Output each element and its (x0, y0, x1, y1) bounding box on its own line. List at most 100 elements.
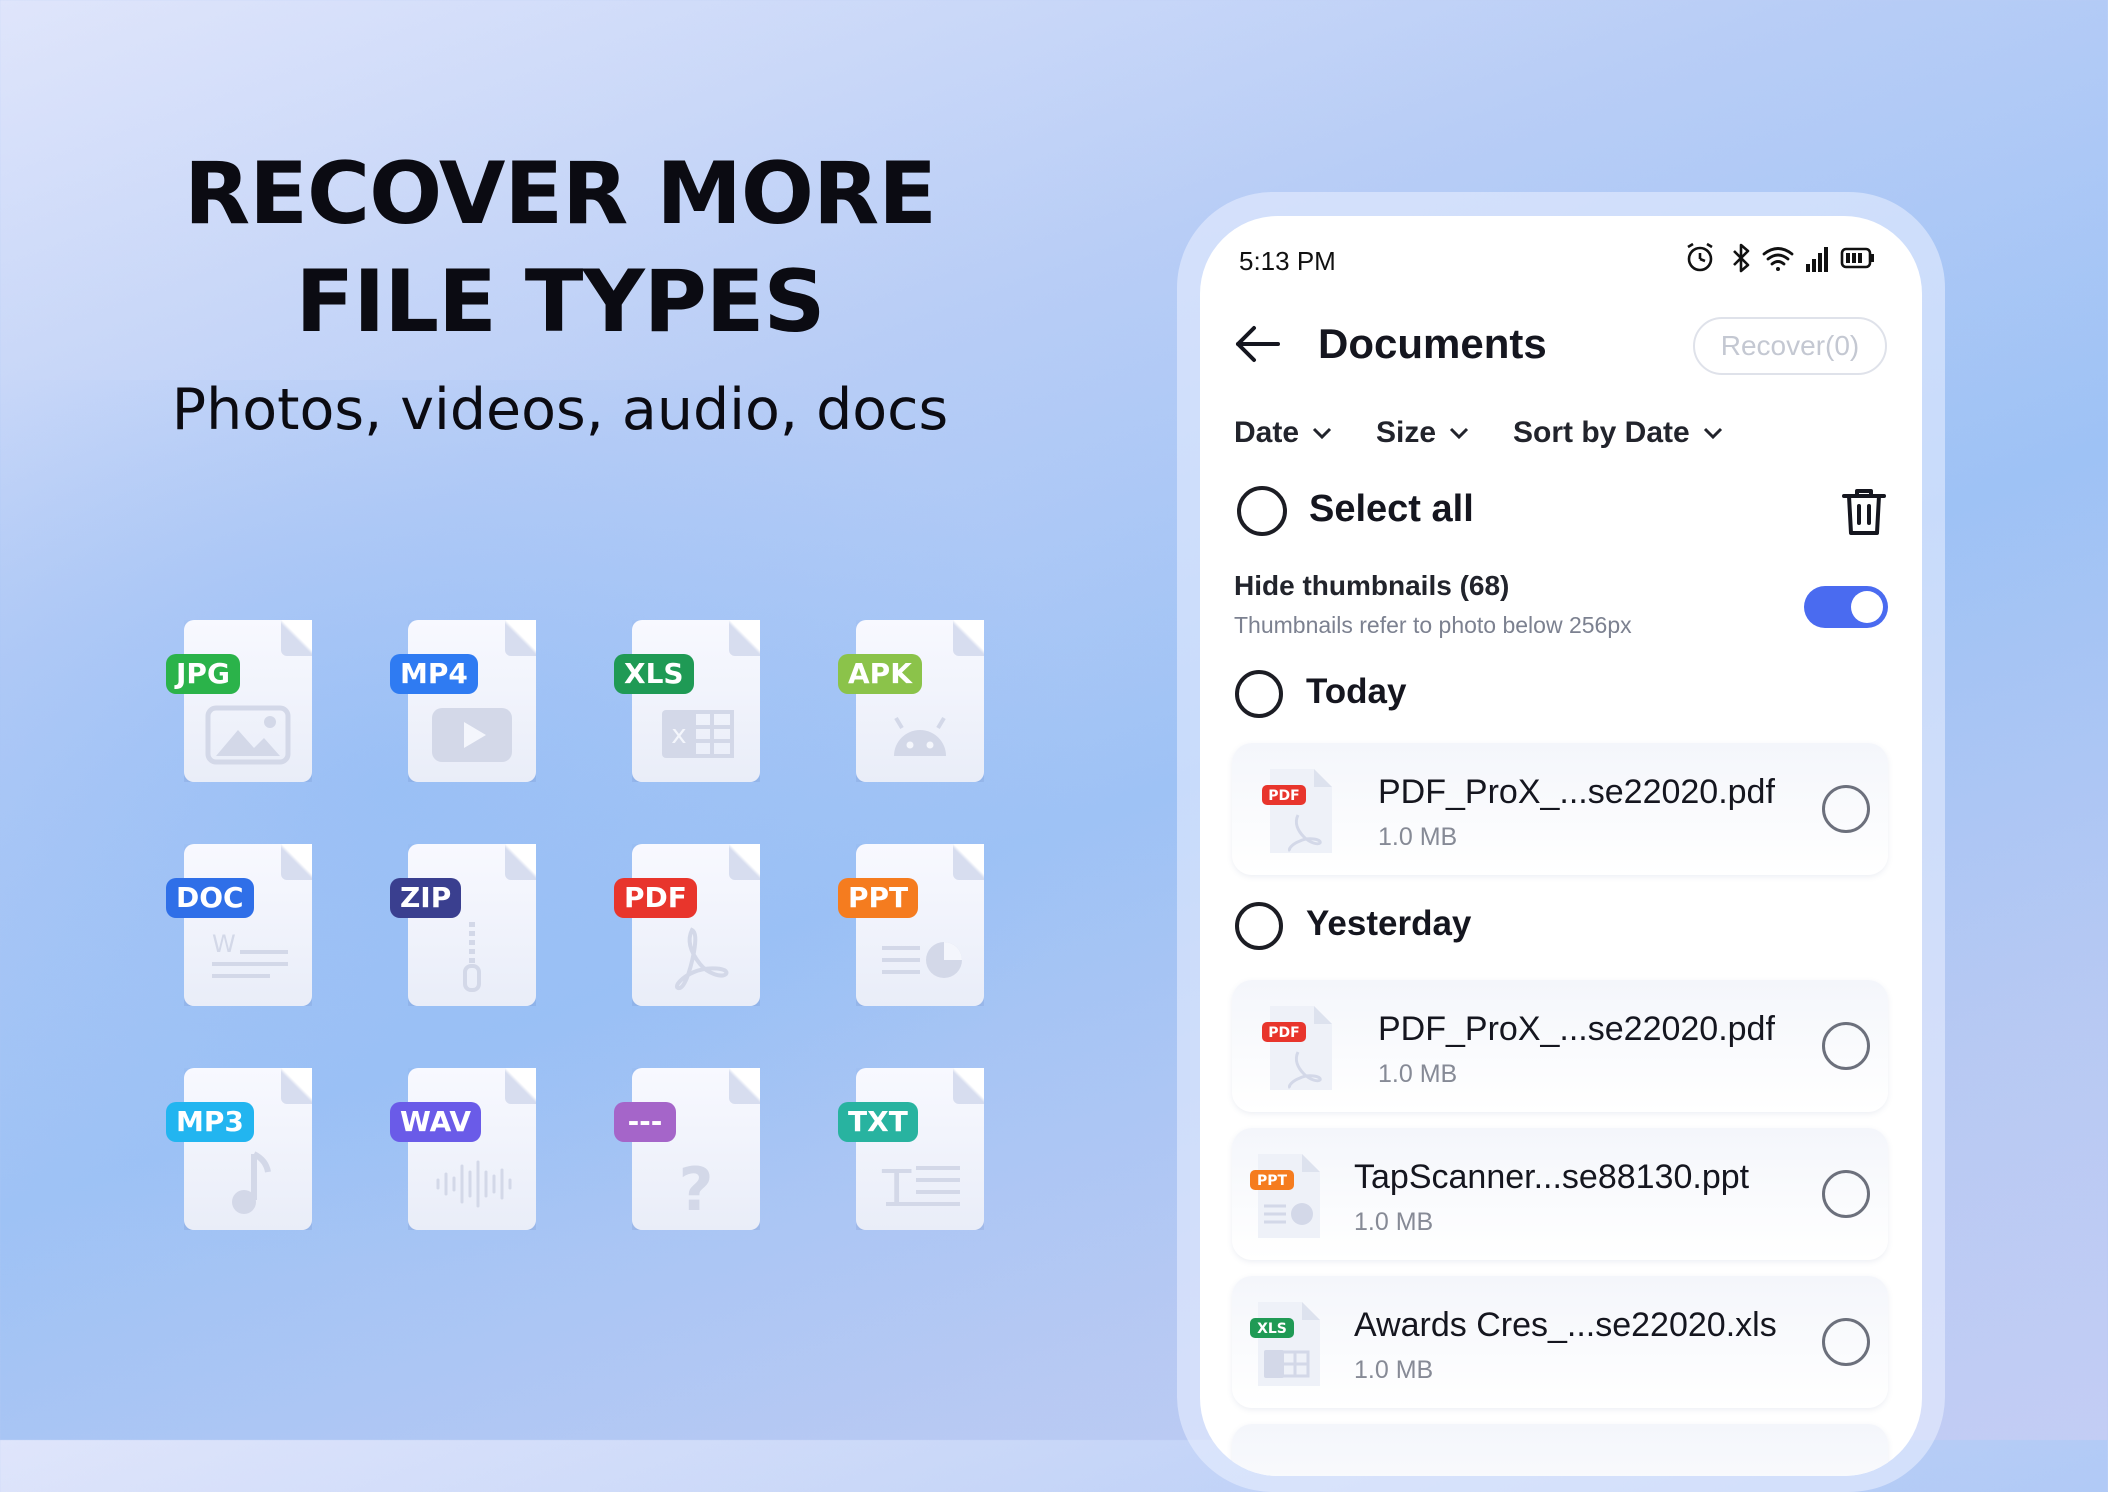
hide-thumbnails-subtitle: Thumbnails refer to photo below 256px (1234, 612, 1632, 638)
chevron-down-icon (1703, 427, 1722, 440)
file-type-badge: APK (838, 654, 922, 694)
hero-headline: RECOVER MORE FILE TYPES Photos, videos, … (80, 140, 1040, 446)
xls-file-icon: x XLS (608, 620, 832, 844)
trash-icon[interactable] (1840, 486, 1888, 538)
zip-file-icon: ZIP (384, 844, 608, 1068)
svg-text:W: W (212, 930, 236, 958)
file-type-badge: MP3 (166, 1102, 254, 1142)
section-yesterday-label: Yesterday (1306, 904, 1472, 943)
sort-dropdown[interactable]: Sort by Date (1513, 416, 1724, 450)
file-card-yesterday-3[interactable]: XLS Awards Cres_...se22020.xls 1.0 MB (1232, 1276, 1888, 1408)
question-mark-icon: ? (679, 1155, 714, 1218)
pdf-file-thumbnail-icon: PDF (1262, 1006, 1332, 1090)
svg-text:PDF: PDF (1268, 1025, 1299, 1041)
size-filter-dropdown[interactable]: Size (1376, 416, 1470, 450)
wav-file-icon: WAV (384, 1068, 608, 1292)
file-card-partial[interactable] (1232, 1424, 1888, 1476)
file-card-yesterday-2[interactable]: PPT TapScanner...se88130.ppt 1.0 MB (1232, 1128, 1888, 1260)
ppt-file-thumbnail-icon: PPT (1250, 1154, 1320, 1238)
file-type-badge: PDF (614, 878, 697, 918)
image-icon (205, 705, 291, 765)
file-select-radio[interactable] (1822, 1022, 1870, 1070)
file-card-today-1[interactable]: PDF PDF_ProX_...se22020.pdf 1.0 MB (1232, 743, 1888, 875)
size-filter-label: Size (1376, 416, 1437, 449)
phone-screen: 5:13 PM Documents Recover(0) Date Size S… (1200, 216, 1922, 1476)
select-all-label: Select all (1309, 488, 1474, 530)
svg-text:x: x (671, 720, 686, 750)
file-size: 1.0 MB (1378, 823, 1458, 851)
ppt-file-icon: PPT (832, 844, 1056, 1068)
pdf-file-icon: PDF (608, 844, 832, 1068)
svg-text:?: ? (679, 1155, 714, 1218)
txt-file-icon: T TXT (832, 1068, 1056, 1292)
file-type-badge: JPG (166, 654, 240, 694)
alarm-icon (1687, 242, 1713, 272)
page-title: Documents (1318, 320, 1547, 367)
date-filter-dropdown[interactable]: Date (1234, 416, 1333, 450)
wifi-icon (1762, 247, 1794, 271)
recover-button[interactable]: Recover(0) (1693, 317, 1887, 375)
file-type-badge: DOC (166, 878, 254, 918)
select-all-radio[interactable] (1237, 486, 1287, 536)
file-type-badge: TXT (838, 1102, 918, 1142)
presentation-icon (882, 942, 962, 978)
file-name: TapScanner...se88130.ppt (1354, 1158, 1750, 1196)
file-size: 1.0 MB (1354, 1208, 1434, 1236)
chevron-down-icon (1312, 427, 1332, 440)
file-size: 1.0 MB (1354, 1356, 1434, 1384)
headline-line-1: RECOVER MORE (183, 144, 937, 244)
file-name: Awards Cres_...se22020.xls (1354, 1306, 1777, 1344)
file-name: PDF_ProX_...se22020.pdf (1378, 773, 1775, 811)
pdf-file-thumbnail-icon: PDF (1262, 769, 1332, 853)
file-type-badge: MP4 (390, 654, 478, 694)
mp4-file-icon: MP4 (384, 620, 608, 844)
text-lines-icon: T (881, 1160, 960, 1216)
acrobat-icon (675, 927, 729, 991)
music-note-icon (232, 1151, 271, 1214)
file-type-badge: XLS (614, 654, 694, 694)
file-size: 1.0 MB (1378, 1060, 1458, 1088)
section-yesterday-radio[interactable] (1235, 902, 1283, 950)
unknown-file-icon: ? --- (608, 1068, 832, 1292)
chevron-down-icon (1449, 427, 1469, 440)
hide-thumbnails-title: Hide thumbnails (68) (1234, 570, 1510, 601)
headline-subtitle: Photos, videos, audio, docs (171, 377, 949, 443)
status-icons (1682, 240, 1882, 276)
mp3-file-icon: MP3 (160, 1068, 384, 1292)
file-type-badge: --- (614, 1102, 676, 1142)
bluetooth-icon (1733, 243, 1750, 273)
status-time: 5:13 PM (1239, 246, 1336, 276)
apk-file-icon: APK (832, 620, 1056, 844)
date-filter-label: Date (1234, 416, 1300, 449)
file-type-grid: JPG MP4 x XLS APK W DOC ZIP PDF PPT MP3 … (160, 620, 1056, 1292)
svg-text:XLS: XLS (1257, 1321, 1287, 1337)
file-select-radio[interactable] (1822, 1170, 1870, 1218)
doc-file-icon: W DOC (160, 844, 384, 1068)
file-type-badge: WAV (390, 1102, 482, 1142)
section-today-label: Today (1306, 672, 1407, 711)
svg-text:PDF: PDF (1268, 788, 1299, 804)
file-select-radio[interactable] (1822, 785, 1870, 833)
hide-thumbnails-toggle[interactable] (1804, 586, 1888, 628)
xls-file-thumbnail-icon: XLS (1250, 1302, 1320, 1386)
file-select-radio[interactable] (1822, 1318, 1870, 1366)
svg-text:PPT: PPT (1257, 1173, 1288, 1189)
signal-icon (1806, 247, 1828, 272)
sort-label: Sort by Date (1513, 416, 1690, 449)
waveform-icon (436, 1160, 512, 1208)
file-name: PDF_ProX_...se22020.pdf (1378, 1010, 1775, 1048)
headline-line-2: FILE TYPES (295, 252, 826, 352)
section-today-radio[interactable] (1235, 670, 1283, 718)
file-card-yesterday-1[interactable]: PDF PDF_ProX_...se22020.pdf 1.0 MB (1232, 980, 1888, 1112)
play-icon (432, 708, 512, 762)
file-type-badge: PPT (838, 878, 919, 918)
android-icon (894, 716, 946, 756)
back-arrow-icon[interactable] (1234, 324, 1282, 364)
jpg-file-icon: JPG (160, 620, 384, 844)
document-text-icon: W (212, 930, 288, 978)
battery-icon (1840, 247, 1874, 269)
toggle-knob (1851, 591, 1883, 623)
spreadsheet-icon: x (662, 710, 734, 758)
file-type-badge: ZIP (390, 878, 462, 918)
svg-text:T: T (881, 1160, 912, 1216)
